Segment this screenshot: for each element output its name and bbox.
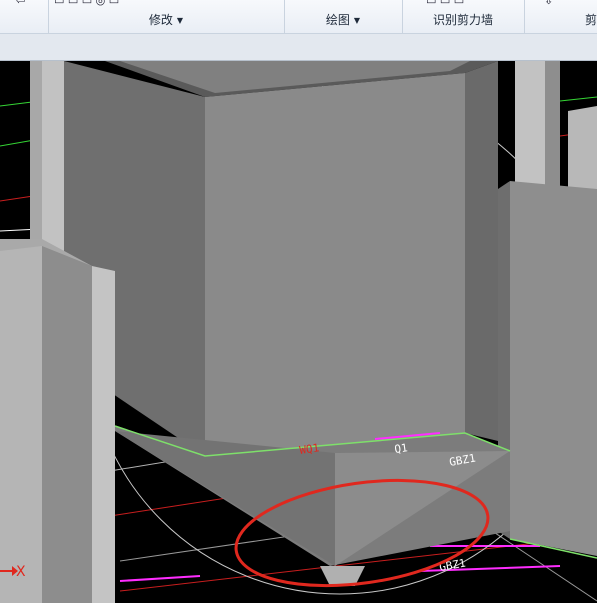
arrow-icon[interactable]: ⇦ <box>16 0 25 7</box>
ribbon-group-recognize-wall[interactable]: ▭ ▭ ▭ 识别剪力墙 <box>402 0 525 33</box>
recognize-tools-icon[interactable]: ▭ ▭ ▭ <box>426 0 464 7</box>
ribbon-group-draw[interactable]: 绘图 ▼ <box>284 0 403 33</box>
annotation-wq1: WQ1 <box>299 441 320 457</box>
annotation-q1: Q1 <box>394 441 409 456</box>
ribbon-group-draw-label[interactable]: 绘图 <box>326 13 350 27</box>
3d-viewport[interactable]: WQ1 Q1 GBZ1 GBZ1 X <box>0 61 597 603</box>
modify-tools-icon[interactable]: ▭ ▭ ▭ ◎ ▭ <box>54 0 119 7</box>
axis-x-label: X <box>16 564 26 580</box>
chevron-down-icon[interactable]: ▼ <box>177 16 183 25</box>
ribbon-group-recognize-wall-label[interactable]: 识别剪力墙 <box>402 11 524 28</box>
tool-subbar <box>0 34 597 61</box>
ribbon-toolbar: ⇦ ▭ ▭ ▭ ◎ ▭ 修改 ▼ 绘图 ▼ ▭ ▭ ▭ 识别剪力墙 ⇩ 剪 <box>0 0 597 34</box>
wall-main-right <box>465 61 498 441</box>
wall-left-front <box>0 246 42 603</box>
wall-left-front-side <box>42 246 92 603</box>
wall-left-back-face <box>42 61 64 251</box>
ribbon-group-cut-label[interactable]: 剪 <box>524 11 597 28</box>
ribbon-group-left-partial: ⇦ <box>0 0 49 33</box>
wall-main-front <box>205 73 465 456</box>
wall-right-back <box>515 61 545 196</box>
wall-right-front <box>510 181 597 556</box>
wall-left-front-edge <box>92 266 115 603</box>
viewport-scene[interactable]: WQ1 Q1 GBZ1 GBZ1 X <box>0 61 597 603</box>
down-arrow-icon[interactable]: ⇩ <box>544 0 553 7</box>
wall-right-back-side <box>545 61 560 201</box>
chevron-down-icon[interactable]: ▼ <box>354 16 360 25</box>
ribbon-group-modify[interactable]: ▭ ▭ ▭ ◎ ▭ 修改 ▼ <box>48 0 285 33</box>
ribbon-group-cut-partial[interactable]: ⇩ 剪 <box>524 0 597 33</box>
ribbon-group-modify-label[interactable]: 修改 <box>149 13 173 27</box>
